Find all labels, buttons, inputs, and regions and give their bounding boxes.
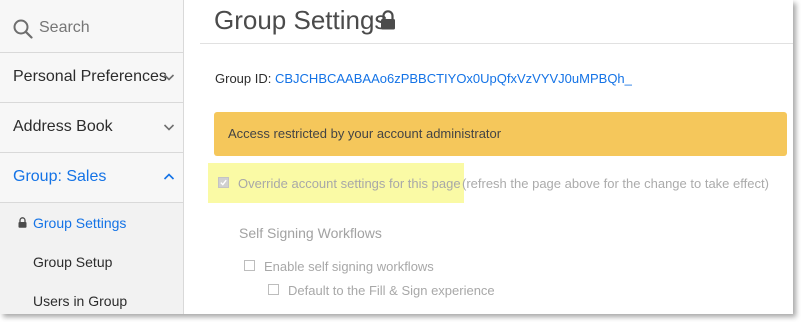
enable-self-signing-checkbox[interactable] <box>244 260 255 271</box>
checkbox-icon <box>220 179 227 186</box>
search-icon <box>13 19 33 39</box>
sidebar-item-group-sales[interactable]: Group: Sales <box>0 153 183 203</box>
sidebar-subitem-group-setup[interactable]: Group Setup <box>0 242 183 280</box>
override-label: Override account settings for this page <box>238 176 461 191</box>
sidebar-item-label: Group: Sales <box>13 168 107 185</box>
chevron-up-icon <box>163 173 175 180</box>
sidebar-item-personal-preferences[interactable]: Personal Preferences <box>0 53 183 103</box>
lock-icon <box>18 217 27 228</box>
lock-icon <box>381 10 395 30</box>
group-id: Group ID: CBJCHBCAABAAo6zPBBCTIYOx0UpQfx… <box>215 71 632 86</box>
default-fill-sign-checkbox[interactable] <box>268 284 279 295</box>
sidebar-item-label: Personal Preferences <box>13 68 167 85</box>
sidebar: Personal Preferences Address Book Group:… <box>0 0 184 314</box>
enable-self-signing-label: Enable self signing workflows <box>264 259 434 274</box>
group-id-label: Group ID: <box>215 71 272 86</box>
alert-text: Access restricted by your account admini… <box>228 126 502 141</box>
page-title: Group Settings <box>214 5 388 35</box>
sidebar-subitem-users-in-group[interactable]: Users in Group <box>0 281 183 314</box>
section-title: Self Signing Workflows <box>239 225 382 241</box>
sidebar-item-address-book[interactable]: Address Book <box>0 103 183 153</box>
chevron-down-icon <box>163 124 175 131</box>
group-id-value: CBJCHBCAABAAo6zPBBCTIYOx0UpQfxVzVYVJ0uMP… <box>274 71 632 86</box>
sidebar-subitem-group-settings[interactable]: Group Settings <box>0 203 183 241</box>
title-divider <box>200 43 793 44</box>
default-fill-sign-label: Default to the Fill & Sign experience <box>288 283 495 298</box>
main-content: Group Settings Group ID: CBJCHBCAABAAo6z… <box>200 0 793 314</box>
window-frame: Personal Preferences Address Book Group:… <box>0 0 793 314</box>
override-checkbox[interactable] <box>218 177 229 188</box>
sidebar-search <box>0 0 183 53</box>
chevron-down-icon <box>163 74 175 81</box>
sidebar-subitem-label: Group Setup <box>33 254 113 270</box>
sidebar-subitem-label: Users in Group <box>33 293 128 309</box>
override-note: (refresh the page above for the change t… <box>462 176 769 191</box>
search-input[interactable] <box>39 17 169 39</box>
sidebar-subitem-label: Group Settings <box>33 215 127 231</box>
access-restricted-alert: Access restricted by your account admini… <box>214 112 787 156</box>
sidebar-item-label: Address Book <box>13 118 113 135</box>
